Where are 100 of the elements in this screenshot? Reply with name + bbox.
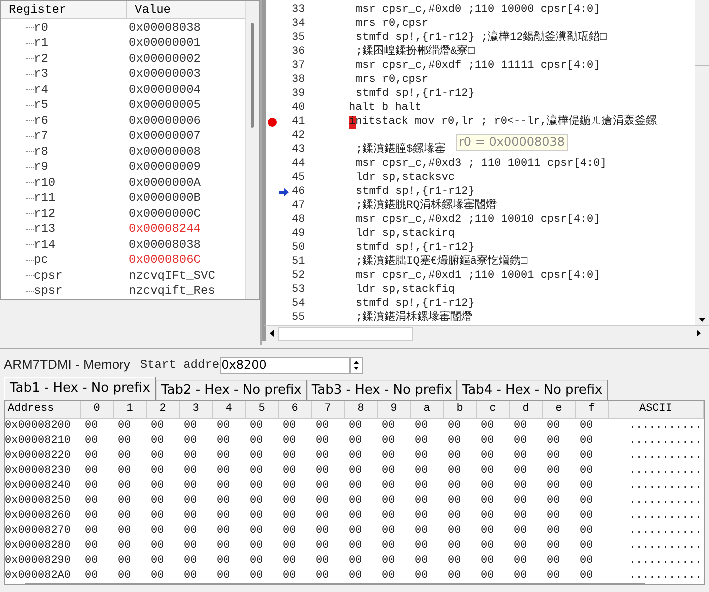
register-name: r10 xyxy=(34,176,56,189)
byte-cell-text: 00 xyxy=(249,569,264,584)
byte-cell-text: 00 xyxy=(579,569,594,584)
column-header[interactable]: 1 xyxy=(114,401,147,418)
start-address-field[interactable]: 0x8200 xyxy=(220,356,350,374)
tab[interactable]: Tab1 - Hex - No prefix xyxy=(4,377,156,400)
byte-cell-text: 00 xyxy=(546,494,562,509)
byte-cell-text: 00 xyxy=(348,539,364,554)
ascii-cell-text: ........... xyxy=(628,419,703,434)
byte-cell-text: 00 xyxy=(84,479,100,494)
byte-cell-text: 00 xyxy=(315,464,330,479)
scrollbar-thumb[interactable] xyxy=(278,326,413,340)
byte-cell-text: 00 xyxy=(513,449,528,464)
code-line: ;鍒濆鍖朓RQ涓柇鏍堟寚閽熸 xyxy=(356,200,497,212)
column-header[interactable]: 9 xyxy=(378,401,411,418)
byte-cell-text: 00 xyxy=(117,524,132,539)
register-value: 0x0000000B xyxy=(129,192,202,204)
byte-cell-text: 00 xyxy=(249,464,264,479)
byte-cell-text: 00 xyxy=(579,524,594,539)
byte-cell-text: 00 xyxy=(183,509,198,524)
address-cell-text: 0x000082A0 xyxy=(5,569,72,584)
column-header[interactable]: Address xyxy=(5,401,81,418)
column-header[interactable]: 4 xyxy=(213,401,246,418)
column-header[interactable]: 8 xyxy=(345,401,378,418)
tab[interactable]: Tab2 - Hex - No prefix xyxy=(156,380,307,400)
register-name: r11 xyxy=(34,192,56,204)
column-header[interactable]: 6 xyxy=(279,401,312,418)
byte-cell-text: 00 xyxy=(183,479,198,494)
scroll-right-icon[interactable] xyxy=(697,330,701,337)
code-line: stmfd sp!,{r1-r12} ;瀛樺12鍚勪釜瀵勫瓨鍣□ xyxy=(356,32,607,44)
byte-cell-text: 00 xyxy=(381,569,396,584)
code-line: mrs r0,cpsr xyxy=(356,74,429,86)
byte-cell-text: 00 xyxy=(447,419,462,434)
column-header[interactable]: e xyxy=(543,401,576,418)
ascii-cell-text: ........... xyxy=(628,554,703,569)
byte-cell-text: 00 xyxy=(249,449,264,464)
up-icon[interactable] xyxy=(354,360,359,364)
byte-cell-text: 00 xyxy=(183,449,198,464)
column-header[interactable]: 3 xyxy=(180,401,213,418)
byte-cell-text: 00 xyxy=(282,569,298,584)
byte-cell-text: 00 xyxy=(447,524,462,539)
byte-cell-text: 00 xyxy=(150,569,166,584)
byte-cell-text: 00 xyxy=(216,554,232,569)
byte-cell-text: 00 xyxy=(183,554,198,569)
line-number: 45 xyxy=(291,172,306,184)
scroll-down-icon[interactable] xyxy=(698,318,706,322)
vertical-scrollbar[interactable] xyxy=(245,1,259,299)
byte-cell-text: 00 xyxy=(117,479,132,494)
column-header[interactable]: 5 xyxy=(246,401,279,418)
register-name: cpsr xyxy=(34,270,63,282)
byte-cell-text: 00 xyxy=(447,569,462,584)
byte-cell-text: 00 xyxy=(480,464,496,479)
ascii-cell-text: ........... xyxy=(628,434,703,449)
byte-cell-text: 00 xyxy=(546,539,562,554)
byte-cell-text: 00 xyxy=(579,419,594,434)
byte-cell-text: 00 xyxy=(546,524,562,539)
byte-cell-text: 00 xyxy=(579,494,594,509)
byte-cell-text: 00 xyxy=(216,494,232,509)
ascii-cell-text: ........... xyxy=(628,494,703,509)
byte-cell-text: 00 xyxy=(117,464,132,479)
line-number: 36 xyxy=(291,46,306,58)
byte-cell-text: 00 xyxy=(315,554,330,569)
ascii-cell-text: ........... xyxy=(628,479,703,494)
code-line: mrs r0,cpsr xyxy=(356,18,429,30)
column-header[interactable]: d xyxy=(510,401,543,418)
byte-cell-text: 00 xyxy=(216,434,232,449)
scrollbar-thumb[interactable] xyxy=(251,23,254,128)
byte-cell-text: 00 xyxy=(546,554,562,569)
tab[interactable]: Tab3 - Hex - No prefix xyxy=(306,380,458,400)
byte-cell-text: 00 xyxy=(183,434,198,449)
register-value: 0x00008244 xyxy=(129,223,202,236)
down-icon[interactable] xyxy=(354,366,359,370)
register-name: r13 xyxy=(34,223,56,236)
spin-button[interactable] xyxy=(350,356,363,374)
column-header[interactable]: b xyxy=(444,401,477,418)
breakpoint-icon[interactable] xyxy=(268,118,276,126)
tab[interactable]: Tab4 - Hex - No prefix xyxy=(457,380,608,400)
ascii-cell-text: ........... xyxy=(628,464,703,479)
byte-cell-text: 00 xyxy=(414,524,430,539)
byte-cell-text: 00 xyxy=(216,509,232,524)
ascii-cell-text: ........... xyxy=(628,509,703,524)
tooltip: r0 = 0x00008038 xyxy=(456,134,568,151)
line-number: 43 xyxy=(291,144,306,156)
column-header[interactable]: ASCII xyxy=(609,401,704,418)
register-name: r2 xyxy=(34,52,48,65)
line-number: 52 xyxy=(291,270,306,282)
column-header[interactable]: Value xyxy=(127,1,245,18)
horizontal-scrollbar[interactable] xyxy=(262,325,709,341)
byte-cell-text: 00 xyxy=(249,434,264,449)
column-header[interactable]: f xyxy=(576,401,609,418)
column-header[interactable]: a xyxy=(411,401,444,418)
scroll-left-icon[interactable] xyxy=(270,330,274,337)
column-header[interactable]: c xyxy=(477,401,510,418)
line-number: 42 xyxy=(291,130,306,142)
byte-cell-text: 00 xyxy=(513,494,528,509)
column-header[interactable]: 0 xyxy=(81,401,114,418)
byte-cell-text: 00 xyxy=(447,509,462,524)
column-header[interactable]: 2 xyxy=(147,401,180,418)
column-header[interactable]: 7 xyxy=(312,401,345,418)
column-header[interactable]: Register xyxy=(1,1,127,18)
